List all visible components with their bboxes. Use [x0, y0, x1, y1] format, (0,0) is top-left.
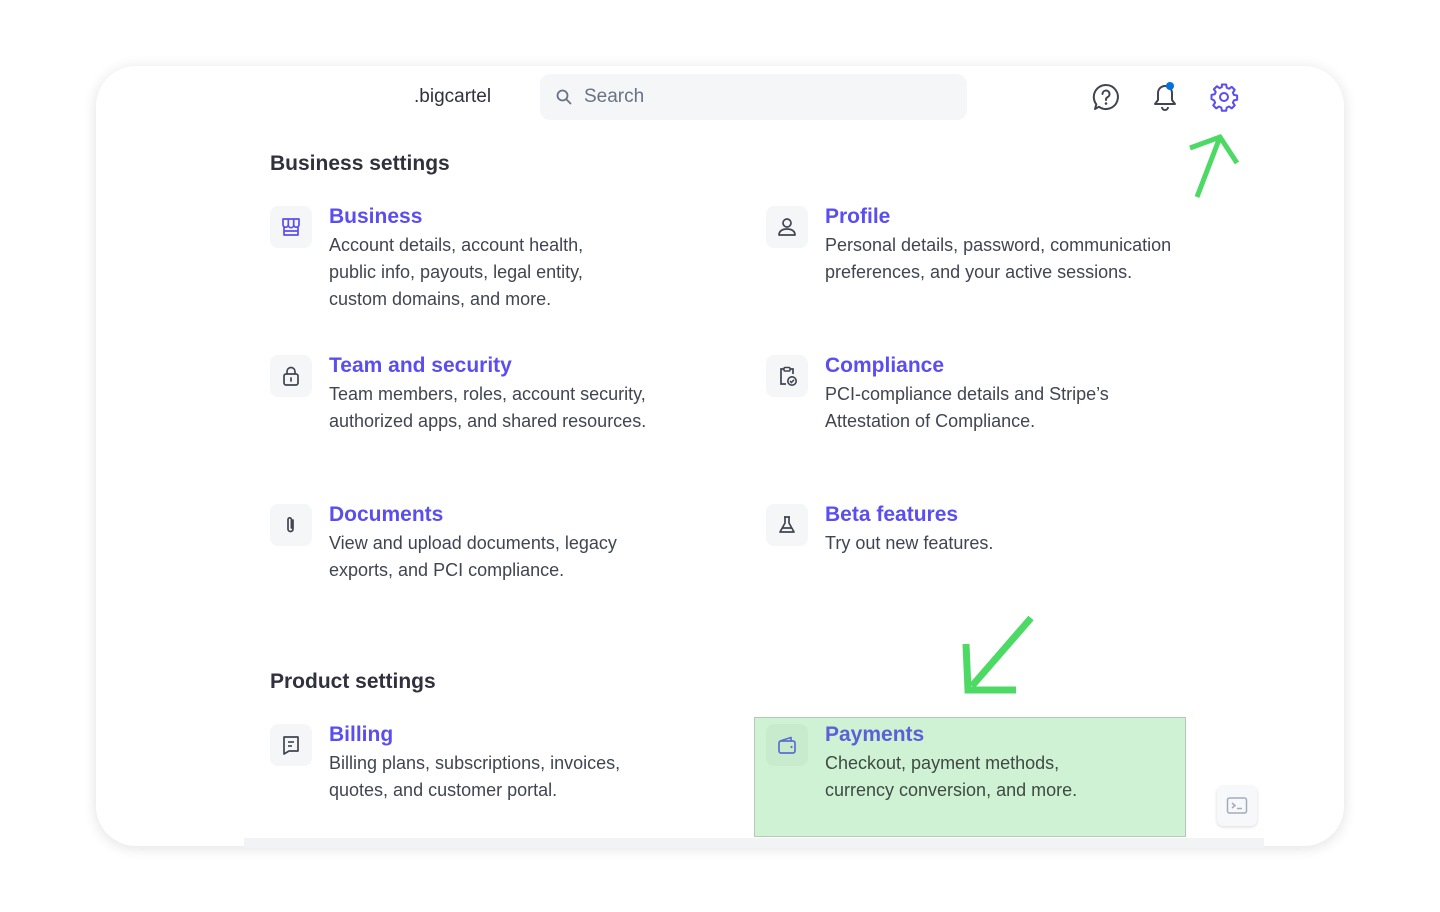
item-title[interactable]: Payments: [825, 722, 1125, 748]
notification-dot: [1166, 82, 1174, 90]
search-bar[interactable]: [540, 74, 967, 120]
notifications-button[interactable]: [1149, 80, 1181, 114]
person-icon: [778, 218, 796, 236]
help-icon: [1092, 83, 1119, 110]
wallet-icon: [778, 736, 796, 754]
help-button[interactable]: [1090, 80, 1122, 114]
clipboard-check-icon: [780, 366, 797, 386]
gear-icon: [1210, 83, 1239, 112]
settings-button[interactable]: [1208, 80, 1240, 114]
product-settings-heading: Product settings: [270, 670, 436, 693]
terminal-icon: [1226, 797, 1248, 814]
item-title[interactable]: Documents: [329, 502, 649, 528]
item-description: PCI-compliance details and Stripe’s Atte…: [825, 384, 1109, 431]
settings-item-team-and-security[interactable]: Team and security Team members, roles, ac…: [270, 353, 690, 435]
item-description: Checkout, payment methods, currency conv…: [825, 753, 1078, 800]
search-input[interactable]: [582, 85, 946, 109]
developer-shell-button[interactable]: [1217, 786, 1257, 826]
item-title[interactable]: Profile: [825, 204, 1205, 230]
settings-item-compliance[interactable]: Compliance PCI-compliance details and Str…: [766, 353, 1206, 435]
item-description: Team members, roles, account security, a…: [329, 384, 647, 431]
item-title[interactable]: Beta features: [825, 502, 993, 528]
item-title[interactable]: Team and security: [329, 353, 674, 379]
storefront-icon: [282, 218, 300, 236]
settings-item-billing[interactable]: Billing Billing plans, subscriptions, inv…: [270, 722, 670, 804]
item-title[interactable]: Business: [329, 204, 619, 230]
paperclip-icon: [287, 517, 294, 533]
flask-icon: [779, 516, 795, 533]
lock-icon: [283, 366, 299, 386]
item-title[interactable]: Compliance: [825, 353, 1135, 379]
item-description: Billing plans, subscriptions, invoices, …: [329, 753, 621, 800]
item-description: Personal details, password, communicatio…: [825, 235, 1172, 282]
settings-item-payments[interactable]: Payments Checkout, payment methods, curre…: [766, 722, 1166, 804]
bell-icon: [1154, 82, 1176, 111]
settings-item-documents[interactable]: Documents View and upload documents, lega…: [270, 502, 670, 584]
item-description: View and upload documents, legacy export…: [329, 533, 617, 580]
item-description: Account details, account health, public …: [329, 235, 584, 309]
horizontal-scrollbar[interactable]: [244, 838, 1264, 848]
item-description: Try out new features.: [825, 533, 994, 553]
business-settings-heading: Business settings: [270, 152, 450, 175]
item-title[interactable]: Billing: [329, 722, 649, 748]
settings-item-beta-features[interactable]: Beta features Try out new features.: [766, 502, 1206, 557]
settings-item-business[interactable]: Business Account details, account health,…: [270, 204, 670, 313]
logo[interactable]: .bigcartel: [414, 86, 491, 108]
search-icon: [556, 89, 572, 105]
settings-item-profile[interactable]: Profile Personal details, password, commu…: [766, 204, 1206, 286]
receipt-icon: [283, 736, 299, 755]
